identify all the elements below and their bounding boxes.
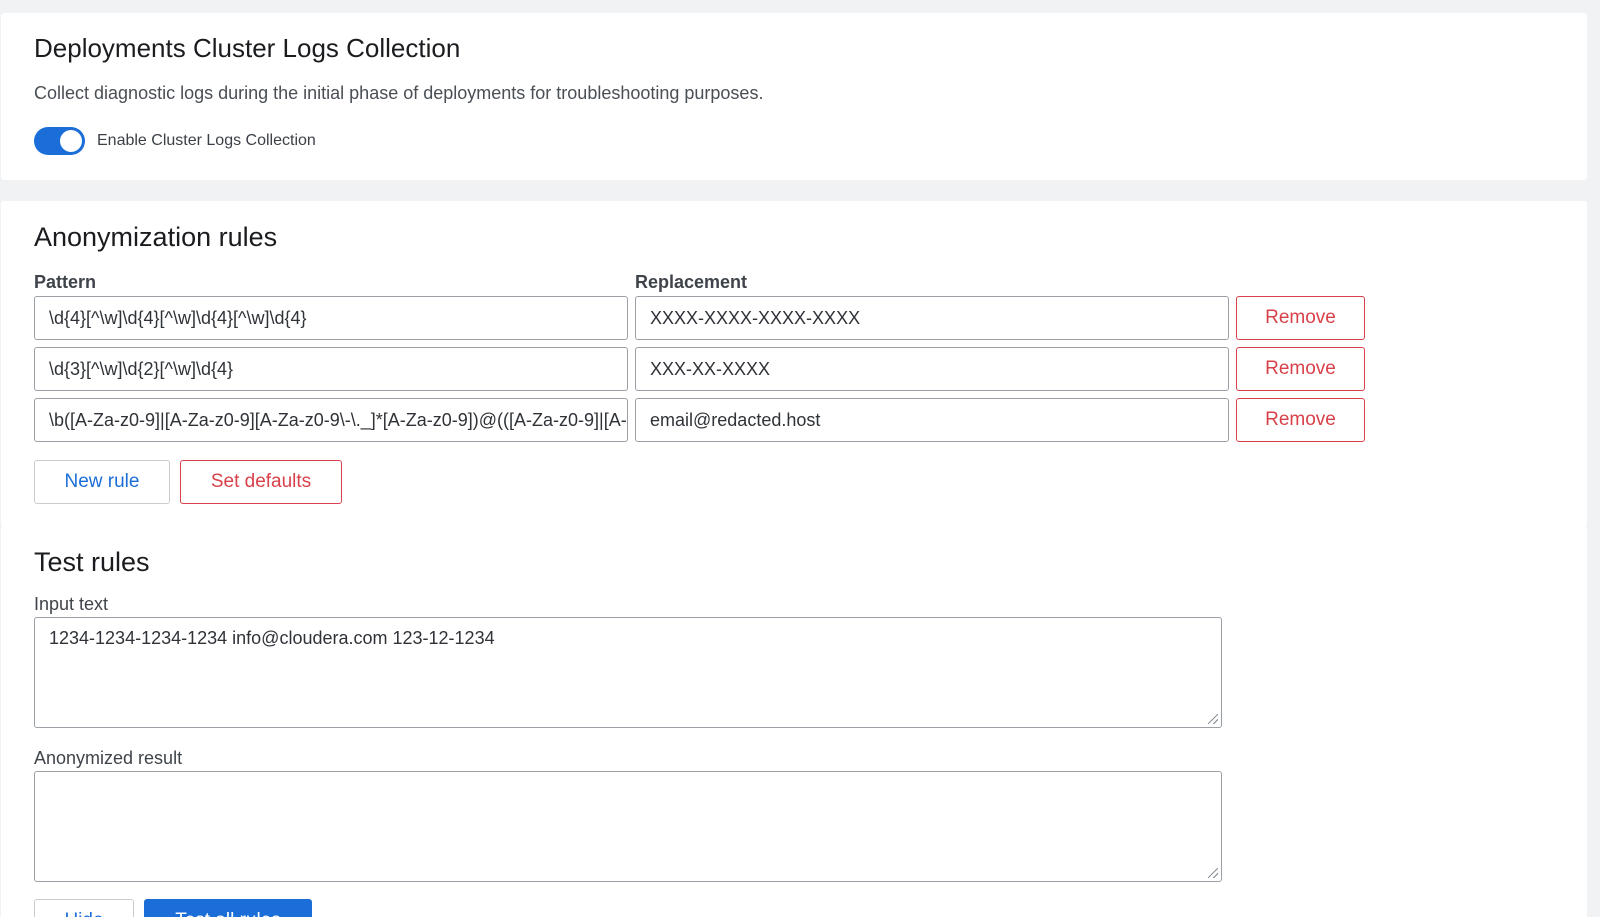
- pattern-input-1[interactable]: \d{4}[^\w]\d{4}[^\w]\d{4}[^\w]\d{4}: [34, 296, 628, 340]
- resize-handle-icon[interactable]: [1208, 868, 1218, 878]
- input-text-label: Input text: [34, 594, 109, 614]
- cluster-logs-card: Deployments Cluster Logs Collection Coll…: [1, 13, 1587, 180]
- hide-button[interactable]: Hide: [34, 899, 134, 917]
- input-text-value: 1234-1234-1234-1234 info@cloudera.com 12…: [49, 628, 495, 648]
- anonymized-result-area[interactable]: [34, 771, 1222, 882]
- set-defaults-button[interactable]: Set defaults: [180, 460, 342, 504]
- replacement-input-3[interactable]: email@redacted.host: [635, 398, 1229, 442]
- pattern-input-2[interactable]: \d{3}[^\w]\d{2}[^\w]\d{4}: [34, 347, 628, 391]
- remove-rule-1-button[interactable]: Remove: [1236, 296, 1365, 340]
- cluster-logs-description: Collect diagnostic logs during the initi…: [34, 83, 764, 103]
- resize-handle-icon[interactable]: [1208, 714, 1218, 724]
- pattern-input-3[interactable]: \b([A-Za-z0-9]|[A-Za-z0-9][A-Za-z0-9\-\.…: [34, 398, 628, 442]
- toggle-knob: [60, 130, 82, 152]
- anonymization-rules-card: Anonymization rules Pattern Replacement …: [1, 201, 1587, 527]
- anonymized-result-label: Anonymized result: [34, 748, 183, 768]
- remove-rule-3-button[interactable]: Remove: [1236, 398, 1365, 442]
- enable-cluster-logs-toggle[interactable]: [34, 127, 85, 155]
- test-rules-title: Test rules: [34, 547, 150, 577]
- cluster-logs-title: Deployments Cluster Logs Collection: [34, 33, 461, 63]
- replacement-input-2[interactable]: XXX-XX-XXXX: [635, 347, 1229, 391]
- test-all-rules-button[interactable]: Test all rules: [144, 899, 312, 917]
- remove-rule-2-button[interactable]: Remove: [1236, 347, 1365, 391]
- pattern-column-label: Pattern: [34, 272, 97, 292]
- enable-cluster-logs-label: Enable Cluster Logs Collection: [97, 132, 316, 149]
- anonymization-rules-title: Anonymization rules: [34, 222, 278, 252]
- cluster-logs-toggle-row: Enable Cluster Logs Collection: [34, 127, 316, 155]
- replacement-column-label: Replacement: [635, 272, 748, 292]
- replacement-input-1[interactable]: XXXX-XXXX-XXXX-XXXX: [635, 296, 1229, 340]
- test-rules-card: Test rules Input text 1234-1234-1234-123…: [1, 527, 1587, 917]
- input-text-area[interactable]: 1234-1234-1234-1234 info@cloudera.com 12…: [34, 617, 1222, 728]
- new-rule-button[interactable]: New rule: [34, 460, 170, 504]
